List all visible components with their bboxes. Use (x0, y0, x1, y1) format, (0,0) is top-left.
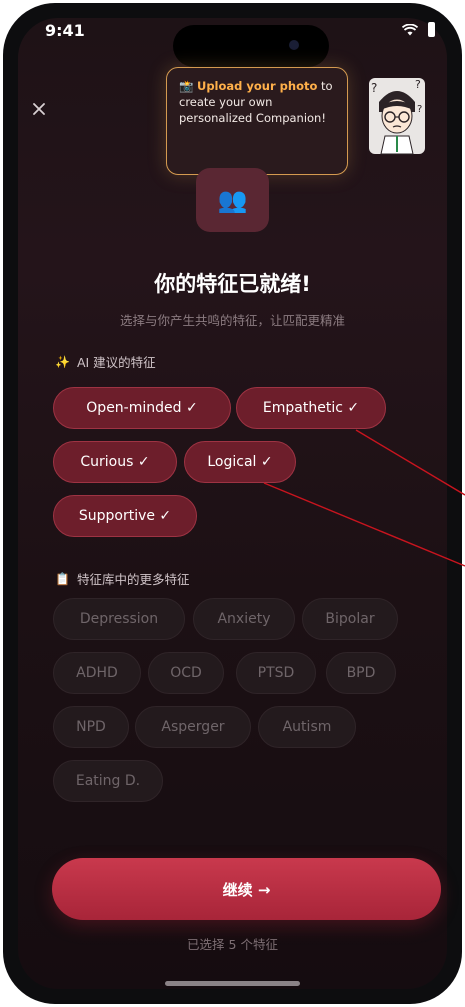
camera-emoji-icon: 📸 (179, 79, 194, 93)
svg-text:?: ? (371, 81, 377, 95)
page-title: 你的特征已就绪! (154, 272, 311, 296)
continue-button[interactable]: 继续 → (52, 858, 441, 920)
trait-chip-curious[interactable]: Curious ✓ (53, 441, 177, 483)
library-section-title: 📋 特征库中的更多特征 (55, 569, 189, 588)
library-section-label: 特征库中的更多特征 (76, 572, 190, 587)
trait-chip-depression[interactable]: Depression (53, 598, 185, 640)
clipboard-icon: 📋 (55, 571, 70, 586)
trait-chip-bpd[interactable]: BPD (326, 652, 396, 694)
status-icons (402, 22, 435, 37)
wifi-icon (402, 23, 418, 35)
trait-chip-ptsd[interactable]: PTSD (236, 652, 316, 694)
trait-chip-empathetic[interactable]: Empathetic ✓ (236, 387, 386, 429)
svg-text:?: ? (417, 104, 422, 115)
home-indicator[interactable] (165, 981, 300, 986)
selected-count-label: 已选择 5 个特征 (187, 937, 278, 952)
thinking-avatar-illustration[interactable]: ? ? ? (365, 72, 429, 158)
trait-chip-asperger[interactable]: Asperger (135, 706, 251, 748)
trait-chip-ocd[interactable]: OCD (148, 652, 224, 694)
tooltip-highlight: Upload your photo (196, 79, 318, 93)
trait-chip-open-minded[interactable]: Open-minded ✓ (53, 387, 231, 429)
page-subtitle: 选择与你产生共鸣的特征，让匹配更精准 (119, 313, 345, 328)
battery-icon (428, 22, 435, 37)
ai-suggested-section-title: ✨ AI 建议的特征 (55, 352, 156, 371)
close-icon (33, 103, 45, 115)
people-icon: 👥 (196, 168, 269, 232)
sparkles-icon: ✨ (55, 354, 70, 369)
trait-chip-npd[interactable]: NPD (53, 706, 129, 748)
close-button[interactable] (33, 100, 45, 119)
camera-icon (289, 40, 299, 50)
upload-photo-tooltip[interactable]: 📸 Upload your photo to create your own p… (166, 67, 348, 175)
trait-chip-bipolar[interactable]: Bipolar (302, 598, 398, 640)
status-time: 9:41 (45, 21, 85, 40)
svg-text:?: ? (415, 78, 421, 91)
trait-chip-supportive[interactable]: Supportive ✓ (53, 495, 197, 537)
trait-chip-anxiety[interactable]: Anxiety (193, 598, 295, 640)
trait-chip-logical[interactable]: Logical ✓ (184, 441, 296, 483)
ai-section-label: AI 建议的特征 (76, 355, 156, 370)
trait-chip-eating-disorder[interactable]: Eating D. (53, 760, 163, 802)
trait-chip-adhd[interactable]: ADHD (53, 652, 141, 694)
trait-chip-autism[interactable]: Autism (258, 706, 356, 748)
dynamic-island (173, 25, 329, 67)
